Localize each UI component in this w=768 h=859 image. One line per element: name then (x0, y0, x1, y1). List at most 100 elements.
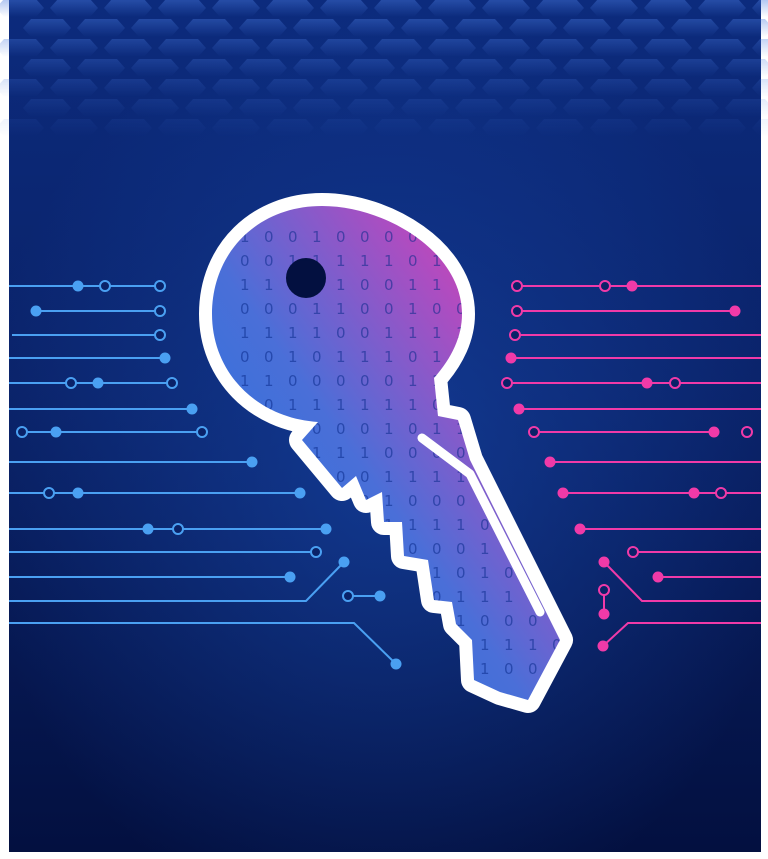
hexagon-tile (698, 79, 746, 97)
binary-digit: 1 (384, 468, 394, 486)
binary-digit: 1 (288, 348, 298, 366)
hexagon-tile (536, 39, 584, 57)
binary-digit: 1 (384, 492, 394, 510)
hexagon-tile (671, 19, 719, 37)
binary-digit: 0 (456, 492, 466, 510)
hexagon-tile (212, 39, 260, 57)
binary-digit: 0 (336, 372, 346, 390)
hexagon-tile (212, 0, 260, 17)
binary-digit: 1 (504, 636, 514, 654)
binary-digit: 1 (456, 516, 466, 534)
hexagon-tile (374, 0, 422, 17)
binary-digit: 1 (456, 588, 466, 606)
binary-digit: 1 (408, 324, 418, 342)
hexagon-tile (374, 119, 422, 137)
hexagon-tile (347, 99, 395, 117)
binary-digit: 0 (360, 372, 370, 390)
hexagon-tile (185, 99, 233, 117)
hexagon-tile (50, 0, 98, 17)
hexagon-tile (104, 119, 152, 137)
hexagon-tile (0, 0, 44, 17)
binary-digit: 0 (336, 420, 346, 438)
binary-digit: 0 (504, 612, 514, 630)
hexagon-tile (320, 119, 368, 137)
binary-digit: 0 (360, 300, 370, 318)
binary-digit: 0 (456, 564, 466, 582)
binary-digit: 1 (384, 324, 394, 342)
binary-digit: 0 (336, 228, 346, 246)
hexagon-tile (725, 99, 768, 117)
hexagon-tile (239, 19, 287, 37)
binary-digit: 1 (384, 252, 394, 270)
binary-digit: 1 (264, 372, 274, 390)
hexagon-tile (266, 0, 314, 17)
binary-digit: 1 (432, 348, 442, 366)
hexagon-tile (212, 79, 260, 97)
binary-digit: 1 (432, 324, 442, 342)
binary-digit: 0 (288, 228, 298, 246)
binary-digit: 1 (240, 276, 250, 294)
hexagon-tile (239, 59, 287, 77)
binary-digit: 1 (312, 300, 322, 318)
binary-digit: 1 (432, 420, 442, 438)
binary-digit: 0 (264, 300, 274, 318)
binary-digit: 0 (408, 492, 418, 510)
hexagon-tile (131, 99, 179, 117)
binary-digit: 1 (408, 276, 418, 294)
hexagon-tile (563, 19, 611, 37)
binary-digit: 1 (360, 348, 370, 366)
hexagon-tile (698, 39, 746, 57)
hexagon-tile (50, 79, 98, 97)
hexagon-tile (158, 79, 206, 97)
hexagon-tile (266, 79, 314, 97)
binary-digit: 1 (408, 300, 418, 318)
hexagon-tile (131, 59, 179, 77)
hexagon-tile (374, 79, 422, 97)
hexagon-tile (644, 0, 692, 17)
hexagon-tile (698, 119, 746, 137)
binary-digit: 0 (384, 372, 394, 390)
binary-digit: 1 (480, 636, 490, 654)
hexagon-tile (104, 0, 152, 17)
binary-digit: 1 (336, 444, 346, 462)
binary-digit: 1 (384, 420, 394, 438)
binary-digit: 1 (264, 324, 274, 342)
binary-digit: 0 (336, 324, 346, 342)
hexagon-tile (563, 59, 611, 77)
binary-digit: 0 (384, 444, 394, 462)
hexagon-tile (374, 39, 422, 57)
binary-digit: 1 (480, 588, 490, 606)
binary-digit: 1 (264, 276, 274, 294)
hexagon-tile (401, 19, 449, 37)
binary-digit: 1 (336, 252, 346, 270)
hexagon-tile (509, 19, 557, 37)
binary-digit: 0 (432, 540, 442, 558)
binary-digit: 1 (288, 324, 298, 342)
hexagon-tile (77, 99, 125, 117)
hexagon-tile (77, 19, 125, 37)
binary-digit: 1 (312, 228, 322, 246)
hexagon-tile (0, 39, 44, 57)
binary-digit: 0 (480, 612, 490, 630)
hexagon-tile (482, 119, 530, 137)
binary-digit: 0 (384, 276, 394, 294)
hexagon-tile (644, 119, 692, 137)
hexagon-tile (158, 119, 206, 137)
hexagon-tile (401, 59, 449, 77)
binary-digit: 1 (240, 324, 250, 342)
binary-digit: 1 (408, 468, 418, 486)
binary-digit: 0 (408, 444, 418, 462)
binary-digit: 1 (312, 324, 322, 342)
hexagon-tile (50, 119, 98, 137)
hexagon-tile (131, 19, 179, 37)
binary-digit: 1 (336, 396, 346, 414)
binary-digit: 1 (312, 396, 322, 414)
binary-digit: 0 (504, 660, 514, 678)
binary-digit: 1 (384, 396, 394, 414)
hexagon-tile (347, 59, 395, 77)
hexagon-tile (320, 0, 368, 17)
binary-digit: 0 (432, 492, 442, 510)
hexagon-tile (23, 59, 71, 77)
hexagon-tile (0, 119, 44, 137)
hexagon-tile (266, 119, 314, 137)
